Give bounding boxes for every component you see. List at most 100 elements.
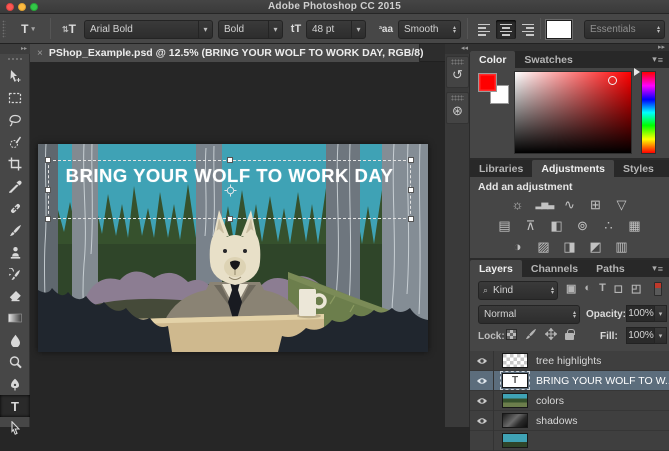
opacity-value[interactable]: 100% xyxy=(626,305,656,322)
visibility-toggle[interactable] xyxy=(470,431,494,451)
layer-row-partial[interactable] xyxy=(470,431,669,451)
adjustment-levels-icon[interactable]: ▂▅▃ xyxy=(536,197,552,212)
options-bar-grip[interactable] xyxy=(2,20,6,38)
tool-preset-button[interactable]: T ▾ xyxy=(12,19,44,39)
transform-selection-box[interactable]: BRING YOUR WOLF TO WORK DAY xyxy=(48,160,411,219)
lock-transparent-pixels-icon[interactable] xyxy=(506,329,517,340)
font-family-select[interactable]: Arial Bold ▾ xyxy=(84,20,213,39)
adjustment-photo-filter-icon[interactable]: ⊚ xyxy=(575,218,591,233)
blend-mode-select[interactable]: Normal ▴▾ xyxy=(478,305,580,324)
adjustment-invert-icon[interactable]: ◑ xyxy=(510,239,526,254)
tool-crop[interactable] xyxy=(0,153,30,175)
tool-type[interactable]: T xyxy=(0,395,30,417)
tab-styles[interactable]: Styles xyxy=(614,160,663,177)
tool-history-brush[interactable] xyxy=(0,263,30,285)
tool-eraser[interactable] xyxy=(0,285,30,307)
document-tab[interactable]: × PShop_Example.psd @ 12.5% (BRING YOUR … xyxy=(30,44,420,62)
tool-blur[interactable] xyxy=(0,329,30,351)
panel-menu-icon[interactable]: ▾≡ xyxy=(646,51,669,68)
font-size-select[interactable]: 48 pt ▾ xyxy=(306,20,366,39)
tab-layers[interactable]: Layers xyxy=(470,260,522,277)
visibility-toggle[interactable] xyxy=(470,351,494,371)
adjustment-channel-mixer-icon[interactable]: ∴ xyxy=(601,218,617,233)
layer-name[interactable]: colors xyxy=(536,395,564,407)
transform-handle-top-right[interactable] xyxy=(408,157,414,163)
toolbar-grip[interactable] xyxy=(7,57,23,61)
foreground-color-swatch[interactable] xyxy=(478,73,497,92)
tab-swatches[interactable]: Swatches xyxy=(515,51,581,68)
layer-row-headline-text[interactable]: T BRING YOUR WOLF TO W... xyxy=(470,371,669,391)
layer-thumbnail[interactable] xyxy=(502,353,528,368)
filter-adjustment-layers-icon[interactable]: ◐ xyxy=(584,282,591,295)
tool-quick-selection[interactable] xyxy=(0,131,30,153)
adjustment-selective-color-icon[interactable]: ▥ xyxy=(614,239,630,254)
canvas-area[interactable]: BRING YOUR WOLF TO WORK DAY xyxy=(30,62,445,427)
layer-thumbnail[interactable] xyxy=(502,413,528,428)
tab-libraries[interactable]: Libraries xyxy=(470,160,532,177)
adjustment-posterize-icon[interactable]: ▨ xyxy=(536,239,552,254)
adjustment-hue-saturation-icon[interactable]: ▤ xyxy=(497,218,513,233)
tool-path-selection[interactable] xyxy=(0,417,30,439)
panel-menu-icon[interactable]: ▾≡ xyxy=(663,160,669,177)
toolbar-collapse-icon[interactable]: ▸▸ xyxy=(0,44,30,54)
layer-name[interactable]: shadows xyxy=(536,415,577,427)
tab-adjustments[interactable]: Adjustments xyxy=(532,160,614,177)
filter-pixel-layers-icon[interactable]: ▣ xyxy=(566,282,576,295)
tool-pen[interactable] xyxy=(0,373,30,395)
layer-thumbnail[interactable] xyxy=(502,433,528,448)
workspace-select[interactable]: Essentials ▴▾ xyxy=(584,20,665,39)
panel-menu-icon[interactable]: ▾≡ xyxy=(646,260,669,277)
transform-handle-middle-right[interactable] xyxy=(408,187,414,193)
adjustment-vibrance-icon[interactable]: ▽ xyxy=(614,197,630,212)
adjustment-exposure-icon[interactable]: ⊞ xyxy=(588,197,604,212)
filter-type-layers-icon[interactable]: T xyxy=(599,282,606,295)
visibility-toggle[interactable] xyxy=(470,411,494,431)
adjustment-curves-icon[interactable]: ∿ xyxy=(562,197,578,212)
lock-all-icon[interactable] xyxy=(565,333,574,340)
text-color-swatch[interactable] xyxy=(546,20,572,39)
font-style-select[interactable]: Bold ▾ xyxy=(218,20,283,39)
visibility-toggle[interactable] xyxy=(470,391,494,411)
lock-position-icon[interactable] xyxy=(545,328,557,340)
tool-move[interactable] xyxy=(0,65,30,87)
tool-gradient[interactable] xyxy=(0,307,30,329)
anti-alias-select[interactable]: Smooth ▴▾ xyxy=(398,20,461,39)
adjustment-threshold-icon[interactable]: ◨ xyxy=(562,239,578,254)
layer-name[interactable]: tree highlights xyxy=(536,355,601,367)
dock-expand-icon[interactable]: ◂◂ xyxy=(445,44,470,54)
fill-value[interactable]: 100% xyxy=(626,327,656,344)
history-panel-button[interactable]: ↺ xyxy=(446,56,469,88)
tool-lasso[interactable] xyxy=(0,109,30,131)
adjustment-color-balance-icon[interactable]: ⊼ xyxy=(523,218,539,233)
layer-filter-kind-select[interactable]: ⌕ Kind ▴▾ xyxy=(478,281,558,300)
layer-filter-toggle[interactable] xyxy=(654,282,662,296)
tab-color[interactable]: Color xyxy=(470,51,515,68)
layer-thumbnail[interactable] xyxy=(502,393,528,408)
align-center-button[interactable] xyxy=(496,20,516,39)
close-tab-icon[interactable]: × xyxy=(37,48,43,59)
hue-slider[interactable] xyxy=(641,71,656,154)
text-orientation-button[interactable]: ⇅T xyxy=(57,19,81,39)
layer-thumbnail[interactable]: T xyxy=(502,373,528,388)
filter-shape-layers-icon[interactable]: ◻ xyxy=(614,282,623,295)
transform-handle-bottom-left[interactable] xyxy=(45,216,51,222)
visibility-toggle[interactable] xyxy=(470,371,494,391)
tab-paths[interactable]: Paths xyxy=(587,260,634,277)
device-preview-panel-button[interactable]: ⊛ xyxy=(446,92,469,124)
tool-dodge[interactable] xyxy=(0,351,30,373)
tool-clone-stamp[interactable] xyxy=(0,241,30,263)
align-left-button[interactable] xyxy=(474,20,494,39)
adjustment-black-and-white-icon[interactable]: ◧ xyxy=(549,218,565,233)
transform-handle-top-left[interactable] xyxy=(45,157,51,163)
color-field-cursor[interactable] xyxy=(608,76,617,85)
opacity-dropdown-icon[interactable]: ▾ xyxy=(654,305,667,322)
adjustment-color-lookup-icon[interactable]: ▦ xyxy=(627,218,643,233)
layer-name[interactable]: BRING YOUR WOLF TO W... xyxy=(536,375,669,387)
transform-handle-middle-left[interactable] xyxy=(45,187,51,193)
transform-handle-top-center[interactable] xyxy=(227,157,233,163)
transform-reference-point-icon[interactable] xyxy=(224,184,237,197)
tool-brush[interactable] xyxy=(0,219,30,241)
layer-row-shadows[interactable]: shadows xyxy=(470,411,669,431)
align-right-button[interactable] xyxy=(518,20,538,39)
layer-row-colors[interactable]: colors xyxy=(470,391,669,411)
